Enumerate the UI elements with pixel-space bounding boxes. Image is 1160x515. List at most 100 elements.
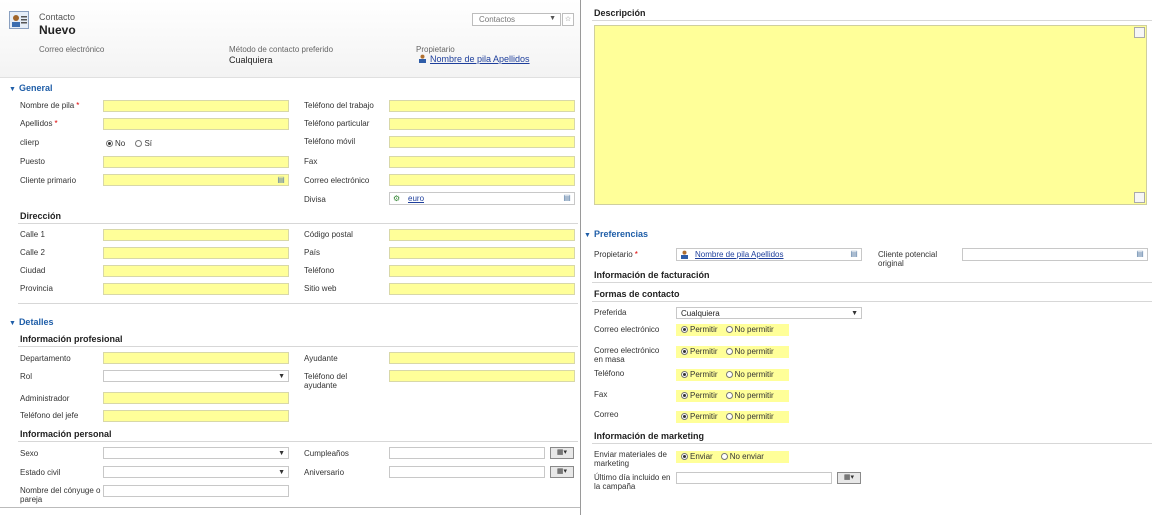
- fax-input[interactable]: [389, 156, 575, 168]
- spouse-input[interactable]: [103, 485, 289, 497]
- clierp-no-radio[interactable]: [106, 140, 113, 147]
- original-lead-input[interactable]: ▤: [962, 248, 1148, 261]
- calendar-icon[interactable]: ▦▾: [550, 447, 574, 459]
- pref-owner-input[interactable]: Nombre de pila Apellidos ▤: [676, 248, 862, 261]
- street2-input[interactable]: [103, 247, 289, 259]
- street1-input[interactable]: [103, 229, 289, 241]
- assistant-phone-input[interactable]: [389, 370, 575, 382]
- marital-status-select[interactable]: ▼: [103, 466, 289, 478]
- calendar-icon[interactable]: ▦▾: [550, 466, 574, 478]
- currency-input[interactable]: ⚙ euro ▤: [389, 192, 575, 205]
- preferred-label: Preferida: [594, 308, 627, 317]
- send-marketing-send-radio[interactable]: [681, 453, 688, 460]
- address-title: Dirección: [20, 211, 62, 221]
- primary-customer-input[interactable]: ▤: [103, 174, 289, 186]
- manager-input[interactable]: [103, 392, 289, 404]
- left-panel-bottom-edge: [0, 507, 580, 508]
- last-campaign-input[interactable]: [676, 472, 832, 484]
- work-phone-input[interactable]: [389, 100, 575, 112]
- last-name-input[interactable]: [103, 118, 289, 130]
- pref-fax-label: Fax: [594, 390, 608, 399]
- send-marketing-options[interactable]: Enviar No enviar: [676, 451, 789, 463]
- lookup-icon[interactable]: ▤: [848, 249, 860, 259]
- currency-value[interactable]: euro: [408, 194, 424, 203]
- user-icon: [418, 54, 427, 63]
- section-details-title[interactable]: ▼ Detalles: [9, 317, 53, 327]
- role-label: Rol: [20, 372, 33, 381]
- lookup-icon[interactable]: ▤: [561, 193, 573, 203]
- last-name-label: Apellidos *: [20, 119, 58, 128]
- personal-divider: [18, 441, 578, 442]
- preferred-value: Cualquiera: [681, 309, 720, 318]
- anniversary-label: Aniversario: [304, 468, 345, 477]
- pref-mail-disallow-radio[interactable]: [725, 413, 733, 420]
- country-input[interactable]: [389, 247, 575, 259]
- manager-phone-input[interactable]: [103, 410, 289, 422]
- website-input[interactable]: [389, 283, 575, 295]
- city-input[interactable]: [103, 265, 289, 277]
- collapse-triangle-icon: ▼: [9, 320, 16, 327]
- assistant-input[interactable]: [389, 352, 575, 364]
- scrollbar-down[interactable]: [1134, 192, 1145, 203]
- manager-phone-label: Teléfono del jefe: [20, 411, 79, 420]
- mobile-phone-input[interactable]: [389, 136, 575, 148]
- chevron-down-icon: ▼: [278, 450, 285, 457]
- bulk-email-options[interactable]: Permitir No permitir: [676, 346, 789, 358]
- panel-divider: [580, 0, 581, 515]
- home-phone-input[interactable]: [389, 118, 575, 130]
- send-marketing-dont-send-radio[interactable]: [720, 453, 728, 460]
- currency-label: Divisa: [304, 195, 326, 204]
- pref-phone-allow-radio[interactable]: [681, 371, 688, 378]
- manager-label: Administrador: [20, 394, 70, 403]
- province-input[interactable]: [103, 283, 289, 295]
- bulk-email-disallow-radio[interactable]: [725, 348, 733, 355]
- original-lead-label: Cliente potencial original: [878, 250, 938, 268]
- gender-select[interactable]: ▼: [103, 447, 289, 459]
- pref-email-allow-radio[interactable]: [681, 326, 688, 333]
- job-title-input[interactable]: [103, 156, 289, 168]
- first-name-input[interactable]: [103, 100, 289, 112]
- pref-email-disallow-radio[interactable]: [725, 326, 733, 333]
- professional-info-title: Información profesional: [20, 334, 123, 344]
- summary-owner-link[interactable]: Nombre de pila Apellidos: [418, 54, 530, 64]
- lookup-icon[interactable]: ▤: [275, 175, 287, 185]
- pref-mail-allow-radio[interactable]: [681, 413, 688, 420]
- department-input[interactable]: [103, 352, 289, 364]
- pref-mail-options[interactable]: Permitir No permitir: [676, 411, 789, 423]
- role-select[interactable]: ▼: [103, 370, 289, 382]
- pref-fax-disallow-radio[interactable]: [725, 392, 733, 399]
- address-phone-input[interactable]: [389, 265, 575, 277]
- clierp-si-radio[interactable]: [135, 140, 143, 147]
- clierp-radio-group[interactable]: No Sí: [106, 139, 152, 148]
- pref-mail-label: Correo: [594, 410, 619, 419]
- pref-fax-allow-radio[interactable]: [681, 392, 688, 399]
- pref-phone-disallow-radio[interactable]: [725, 371, 733, 378]
- form-selector[interactable]: Contactos ▼: [472, 13, 561, 26]
- pref-fax-options[interactable]: Permitir No permitir: [676, 390, 789, 402]
- billing-divider: [592, 282, 1152, 283]
- summary-email-label: Correo electrónico: [39, 45, 105, 54]
- pref-email-options[interactable]: Permitir No permitir: [676, 324, 789, 336]
- scrollbar-up[interactable]: [1134, 27, 1145, 38]
- section-preferences-title[interactable]: ▼ Preferencias: [584, 229, 648, 239]
- address-divider: [18, 223, 578, 224]
- description-divider: [592, 20, 1152, 21]
- pin-icon[interactable]: ☆: [562, 13, 574, 26]
- lookup-icon[interactable]: ▤: [1134, 249, 1146, 259]
- bulk-email-allow-radio[interactable]: [681, 348, 688, 355]
- description-textarea[interactable]: [594, 25, 1147, 205]
- pref-owner-value[interactable]: Nombre de pila Apellidos: [695, 250, 784, 259]
- pref-phone-options[interactable]: Permitir No permitir: [676, 369, 789, 381]
- currency-icon: ⚙: [393, 194, 401, 203]
- preferred-select[interactable]: Cualquiera ▼: [676, 307, 862, 319]
- description-title: Descripción: [594, 8, 646, 18]
- postal-code-input[interactable]: [389, 229, 575, 241]
- marketing-info-title: Información de marketing: [594, 431, 705, 441]
- section-general-title[interactable]: ▼ General: [9, 83, 52, 93]
- email-input[interactable]: [389, 174, 575, 186]
- birthday-input[interactable]: [389, 447, 545, 459]
- province-label: Provincia: [20, 284, 53, 293]
- work-phone-label: Teléfono del trabajo: [304, 101, 374, 110]
- calendar-icon[interactable]: ▦▾: [837, 472, 861, 484]
- anniversary-input[interactable]: [389, 466, 545, 478]
